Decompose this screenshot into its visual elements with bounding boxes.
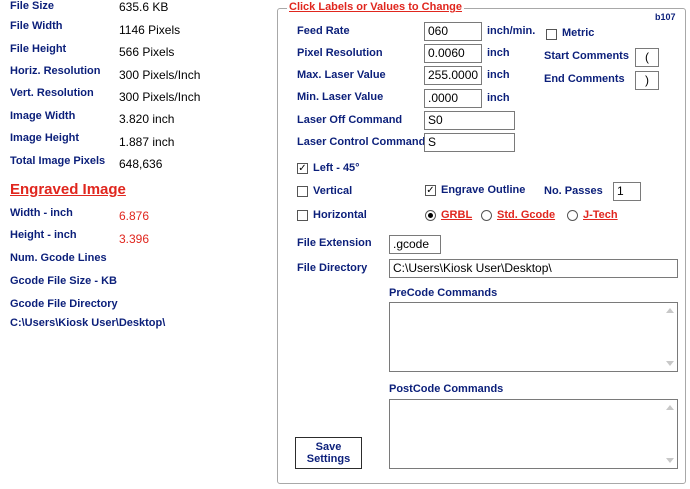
file-directory-field[interactable]: C:\Users\Kiosk User\Desktop\ <box>389 259 678 278</box>
min-laser-unit: inch <box>487 92 510 104</box>
min-laser-field[interactable]: .0000 <box>424 89 482 108</box>
vert-resolution-label: Vert. Resolution <box>10 87 94 99</box>
max-laser-unit: inch <box>487 69 510 81</box>
gcode-dir-value: C:\Users\Kiosk User\Desktop\ <box>10 317 166 329</box>
feed-rate-field[interactable]: 060 <box>424 22 482 41</box>
file-height-value: 566 Pixels <box>119 45 175 59</box>
pixel-resolution-label[interactable]: Pixel Resolution <box>297 47 383 59</box>
vertical-label[interactable]: Vertical <box>313 185 352 197</box>
left45-label[interactable]: Left - 45° <box>313 162 360 174</box>
image-height-label: Image Height <box>10 132 80 144</box>
horizontal-checkbox[interactable] <box>297 210 308 221</box>
jtech-radio[interactable] <box>567 210 578 221</box>
file-extension-label: File Extension <box>297 237 372 249</box>
scroll-down-icon[interactable] <box>666 361 674 366</box>
laser-control-label[interactable]: Laser Control Command <box>297 136 425 148</box>
file-extension-field[interactable]: .gcode <box>389 235 441 254</box>
grbl-radio[interactable] <box>425 210 436 221</box>
file-size-label: File Size <box>10 0 55 12</box>
precode-textarea[interactable] <box>389 302 678 372</box>
horiz-resolution-value: 300 Pixels/Inch <box>119 68 201 82</box>
image-height-value: 1.887 inch <box>119 135 175 149</box>
scroll-down-icon[interactable] <box>666 458 674 463</box>
laser-control-field[interactable]: S <box>424 133 515 152</box>
gcode-dir-label: Gcode File Directory <box>10 298 118 310</box>
image-width-value: 3.820 inch <box>119 112 175 126</box>
feed-rate-unit: inch/min. <box>487 25 536 37</box>
pixel-resolution-field[interactable]: 0.0060 <box>424 44 482 63</box>
laser-off-label[interactable]: Laser Off Command <box>297 114 402 126</box>
file-height-label: File Height <box>10 43 67 55</box>
vertical-checkbox[interactable] <box>297 186 308 197</box>
start-comments-field[interactable]: ( <box>635 48 659 67</box>
engraved-height-value: 3.396 <box>119 232 150 246</box>
metric-checkbox[interactable] <box>546 29 557 40</box>
save-settings-button[interactable]: Save Settings <box>295 437 362 469</box>
save-button-line1: Save <box>315 441 342 453</box>
grbl-radio-label[interactable]: GRBL <box>441 209 472 221</box>
passes-field[interactable]: 1 <box>613 182 641 201</box>
start-comments-label[interactable]: Start Comments <box>544 50 629 62</box>
std-gcode-radio-label[interactable]: Std. Gcode <box>497 209 555 221</box>
gcode-size-label: Gcode File Size - KB <box>10 275 117 287</box>
left45-checkbox[interactable]: ✓ <box>297 163 308 174</box>
max-laser-field[interactable]: 255.0000 <box>424 66 482 85</box>
settings-legend: Click Labels or Values to Change <box>287 1 464 13</box>
total-pixels-label: Total Image Pixels <box>10 155 106 167</box>
precode-label: PreCode Commands <box>389 287 498 299</box>
laser-off-field[interactable]: S0 <box>424 111 515 130</box>
file-size-value: 635.6 KB <box>119 0 169 14</box>
min-laser-label[interactable]: Min. Laser Value <box>297 91 383 103</box>
horiz-resolution-label: Horiz. Resolution <box>10 65 101 77</box>
engraved-width-label: Width - inch <box>10 207 73 219</box>
file-directory-label: File Directory <box>297 262 368 274</box>
file-width-label: File Width <box>10 20 63 32</box>
pixel-resolution-unit: inch <box>487 47 510 59</box>
engraved-height-label: Height - inch <box>10 229 77 241</box>
jtech-radio-label[interactable]: J-Tech <box>583 209 618 221</box>
engrave-outline-checkbox[interactable]: ✓ <box>425 185 436 196</box>
file-width-value: 1146 Pixels <box>119 23 181 37</box>
engraved-image-heading: Engraved Image <box>10 181 126 198</box>
total-pixels-value: 648,636 <box>119 157 163 171</box>
scroll-up-icon[interactable] <box>666 308 674 313</box>
feed-rate-label[interactable]: Feed Rate <box>297 25 350 37</box>
passes-label: No. Passes <box>544 185 603 197</box>
engrave-outline-label[interactable]: Engrave Outline <box>441 184 525 196</box>
max-laser-label[interactable]: Max. Laser Value <box>297 69 386 81</box>
metric-label[interactable]: Metric <box>562 27 594 39</box>
scroll-up-icon[interactable] <box>666 405 674 410</box>
engraved-width-value: 6.876 <box>119 209 150 223</box>
gcode-lines-label: Num. Gcode Lines <box>10 252 107 264</box>
vert-resolution-value: 300 Pixels/Inch <box>119 90 201 104</box>
image-width-label: Image Width <box>10 110 76 122</box>
horizontal-label[interactable]: Horizontal <box>313 209 367 221</box>
version-label: b107 <box>655 12 676 22</box>
end-comments-label[interactable]: End Comments <box>544 73 625 85</box>
postcode-label: PostCode Commands <box>389 383 504 395</box>
postcode-textarea[interactable] <box>389 399 678 469</box>
end-comments-field[interactable]: ) <box>635 71 659 90</box>
save-button-line2: Settings <box>306 453 351 465</box>
std-gcode-radio[interactable] <box>481 210 492 221</box>
